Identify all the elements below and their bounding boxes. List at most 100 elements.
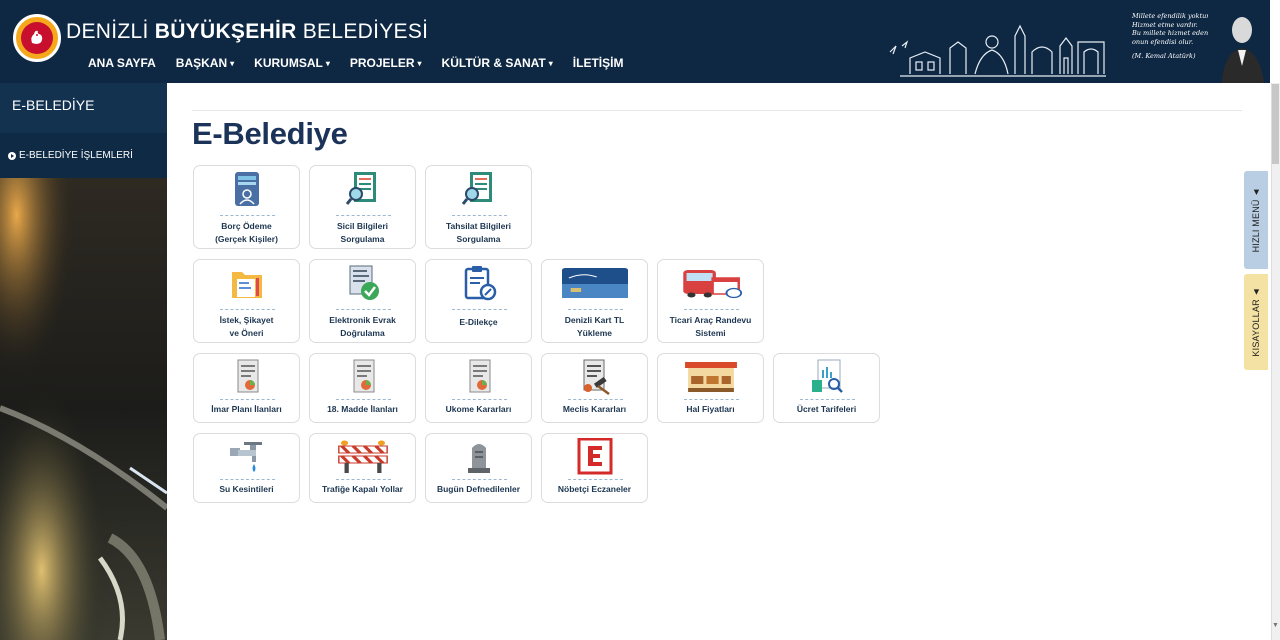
nav-label: KÜLTÜR & SANAT [441, 56, 546, 70]
tile-label: Su Kesintileri [196, 483, 297, 496]
tile-istek-sikayet[interactable]: İstek, Şikayet ve Öneri [193, 259, 300, 343]
tile-bugun-defnedilenler[interactable]: Bugün Defnedilenler [425, 433, 532, 503]
tile-label-line: Doğrulama [340, 328, 385, 338]
tile-divider [452, 399, 507, 400]
quick-menu-label: HIZLI MENÜ ◄ [1251, 187, 1261, 253]
tile-sicil-bilgileri[interactable]: Sicil Bilgileri Sorgulama [309, 165, 416, 249]
tile-divider [568, 479, 623, 480]
tile-label-line: Trafiğe Kapalı Yollar [322, 484, 403, 494]
document-search-icon [461, 172, 492, 205]
site-title-prefix: DENİZLİ [66, 20, 155, 43]
tile-label-line: Sorgulama [456, 234, 501, 244]
tile-label: Sicil Bilgileri Sorgulama [312, 220, 413, 246]
tile-borc-odeme[interactable]: Borç Ödeme (Gerçek Kişiler) [193, 165, 300, 249]
tile-divider [568, 399, 623, 400]
tile-label: Ücret Tarifeleri [776, 403, 877, 416]
tile-divider [336, 479, 391, 480]
tile-su-kesintileri[interactable]: Su Kesintileri [193, 433, 300, 503]
nav-kultur-sanat[interactable]: KÜLTÜR & SANAT ▾ [442, 56, 553, 70]
tile-label-line: Sicil Bilgileri [336, 221, 389, 231]
municipality-logo[interactable] [13, 14, 61, 62]
scroll-down-arrow-icon[interactable]: ▼ [1272, 622, 1279, 630]
tile-label: Tahsilat Bilgileri Sorgulama [428, 220, 529, 246]
report-chart-icon [353, 359, 375, 393]
tile-ticari-arac[interactable]: Ticari Araç Randevu Sistemi [657, 259, 764, 343]
tile-label: İmar Planı İlanları [196, 403, 297, 416]
tile-label: Elektronik Evrak Doğrulama [312, 314, 413, 340]
report-chart-icon [237, 359, 259, 393]
tile-divider [568, 309, 623, 310]
document-search-icon [345, 172, 376, 205]
caret-down-icon: ▾ [548, 59, 553, 68]
tile-label: Bugün Defnedilenler [428, 483, 529, 496]
document-check-icon [349, 265, 379, 300]
tile-label: Ticari Araç Randevu Sistemi [660, 314, 761, 340]
tile-label: Denizli Kart TL Yükleme [544, 314, 645, 340]
tile-label-line: İmar Planı İlanları [211, 404, 282, 414]
tile-label-line: Elektronik Evrak [329, 315, 396, 325]
nav-baskan[interactable]: BAŞKAN ▾ [176, 56, 234, 70]
shortcuts-tab[interactable]: KISAYOLLAR ◄ [1244, 274, 1268, 370]
nav-ana-sayfa[interactable]: ANA SAYFA [88, 56, 156, 70]
tile-divider [220, 399, 275, 400]
nav-label: PROJELER [349, 56, 415, 70]
page-scrollbar[interactable] [1271, 83, 1280, 640]
nav-kurumsal[interactable]: KURUMSAL ▾ [254, 56, 330, 70]
tile-divider [336, 215, 391, 216]
shortcuts-label: KISAYOLLAR ◄ [1251, 287, 1261, 357]
quick-menu-tab[interactable]: HIZLI MENÜ ◄ [1244, 171, 1268, 269]
main-nav: ANA SAYFA BAŞKAN ▾ KURUMSAL ▾ PROJELER ▾ KÜ… [88, 56, 643, 70]
tile-label: Nöbetçi Eczaneler [544, 483, 645, 496]
nav-label: ANA SAYFA [88, 56, 156, 70]
tile-elektronik-evrak[interactable]: Elektronik Evrak Doğrulama [309, 259, 416, 343]
tile-label-line: ve Öneri [229, 328, 264, 338]
scrollbar-thumb[interactable] [1272, 84, 1279, 164]
site-title[interactable]: DENİZLİ BÜYÜKŞEHİR BELEDİYESİ [66, 20, 428, 44]
tile-imar-plani[interactable]: İmar Planı İlanları [193, 353, 300, 423]
nav-iletisim[interactable]: İLETİŞİM [573, 56, 624, 70]
tile-label-line: Ticari Araç Randevu [669, 315, 752, 325]
caret-down-icon: ▾ [325, 59, 330, 68]
tile-ucret-tarifeleri[interactable]: Ücret Tarifeleri [773, 353, 880, 423]
tile-divider [452, 479, 507, 480]
price-list-icon [812, 359, 843, 393]
tile-e-dilekce[interactable]: E-Dilekçe [425, 259, 532, 343]
gavel-document-icon [583, 359, 610, 396]
tile-label-line: Borç Ödeme [221, 221, 272, 231]
tile-label: Hal Fiyatları [660, 403, 761, 416]
tile-denizli-kart[interactable]: Denizli Kart TL Yükleme [541, 259, 648, 343]
tile-label: Ukome Kararları [428, 403, 529, 416]
night-city-photo [0, 178, 167, 640]
tile-ukome-kararlari[interactable]: Ukome Kararları [425, 353, 532, 423]
tile-hal-fiyatlari[interactable]: Hal Fiyatları [657, 353, 764, 423]
tile-divider [800, 399, 855, 400]
tile-label-line: Denizli Kart TL [564, 315, 625, 325]
tile-label-line: Nöbetçi Eczaneler [557, 484, 632, 494]
gravestone-icon [468, 444, 490, 473]
rooster-logo-icon [21, 22, 53, 54]
sidebar: E-BELEDİYE E-BELEDİYE İŞLEMLERİ [0, 83, 167, 640]
tile-divider [220, 309, 275, 310]
tile-nobetci-eczaneler[interactable]: Nöbetçi Eczaneler [541, 433, 648, 503]
sidebar-item-ebelediye-islemleri[interactable]: E-BELEDİYE İŞLEMLERİ [8, 150, 133, 161]
tile-label-line: Sistemi [695, 328, 726, 338]
tile-divider [452, 309, 507, 310]
nav-label: BAŞKAN [175, 56, 228, 70]
tile-18-madde[interactable]: 18. Madde İlanları [309, 353, 416, 423]
tile-meclis-kararlari[interactable]: Meclis Kararları [541, 353, 648, 423]
pharmacy-e-icon [577, 438, 613, 475]
tile-divider [220, 215, 275, 216]
page-title: E-Belediye [192, 116, 348, 151]
site-title-suffix: BELEDİYESİ [296, 20, 429, 43]
tile-label-line: Su Kesintileri [219, 484, 274, 494]
caret-down-icon: ▾ [230, 59, 235, 68]
nav-projeler[interactable]: PROJELER ▾ [350, 56, 422, 70]
ataturk-portrait [1208, 8, 1270, 83]
tile-label-line: E-Dilekçe [459, 317, 498, 327]
tile-tahsilat-bilgileri[interactable]: Tahsilat Bilgileri Sorgulama [425, 165, 532, 249]
sidebar-title: E-BELEDİYE [12, 97, 95, 113]
tile-trafige-kapali-yollar[interactable]: Trafiğe Kapalı Yollar [309, 433, 416, 503]
caret-down-icon: ▾ [417, 59, 422, 68]
clipboard-edit-icon [464, 266, 497, 301]
tile-divider [336, 399, 391, 400]
